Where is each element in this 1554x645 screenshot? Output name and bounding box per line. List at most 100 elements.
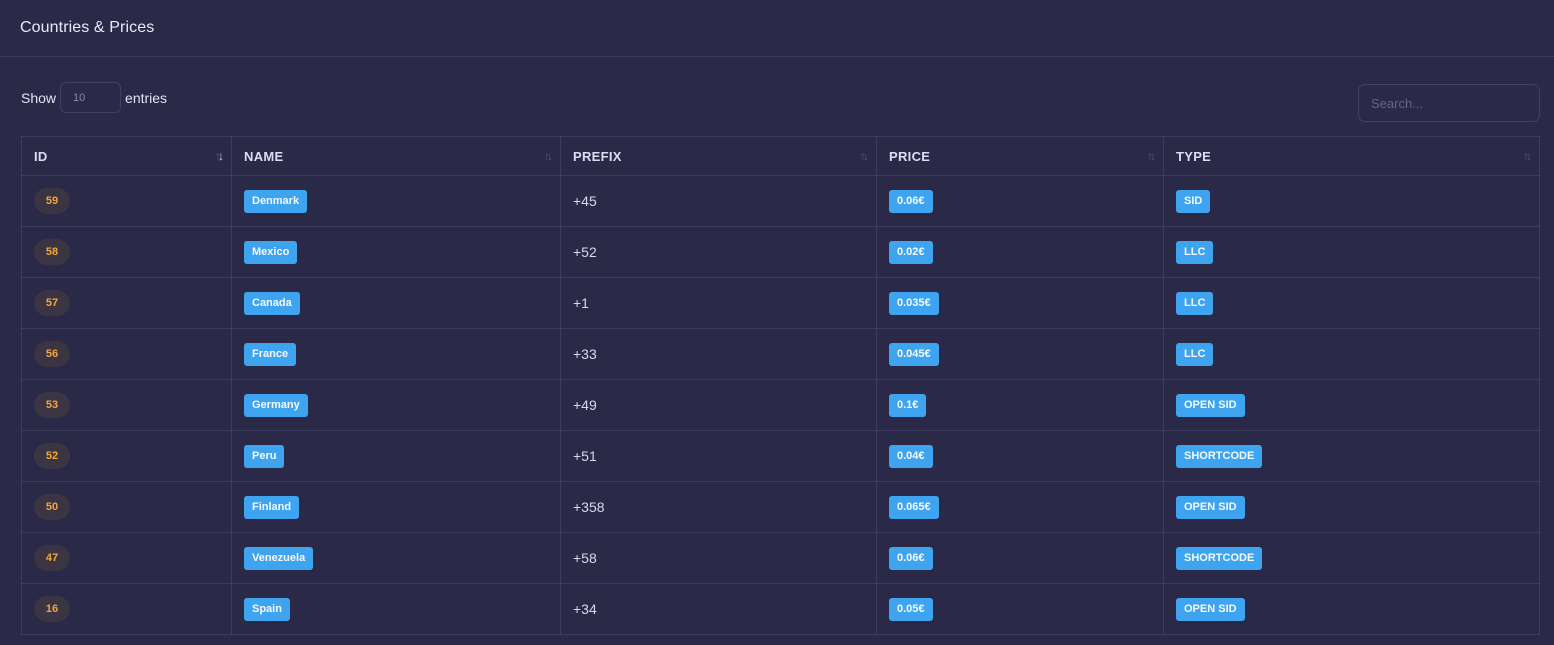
- cell-type: OPEN SID: [1163, 481, 1540, 533]
- type-badge: LLC: [1176, 240, 1214, 264]
- column-header-name[interactable]: NAME ↑↓: [231, 136, 561, 176]
- entries-label: entries: [125, 89, 168, 106]
- cell-id: 52: [21, 430, 232, 482]
- id-badge: 16: [34, 596, 70, 622]
- table-row: 52 Peru +51 0.04€ SHORTCODE: [21, 430, 1540, 482]
- cell-type: SHORTCODE: [1163, 430, 1540, 482]
- table-toolbar: Show 10 entries: [0, 57, 1554, 135]
- table-row: 56 France +33 0.045€ LLC: [21, 328, 1540, 380]
- cell-type: LLC: [1163, 226, 1540, 278]
- type-badge: SHORTCODE: [1176, 444, 1263, 468]
- page-title: Countries & Prices: [20, 19, 155, 36]
- cell-prefix: +358: [560, 481, 877, 533]
- country-name-badge: Canada: [244, 291, 300, 315]
- price-badge: 0.1€: [889, 393, 927, 417]
- table-row: 53 Germany +49 0.1€ OPEN SID: [21, 379, 1540, 431]
- id-badge: 57: [34, 290, 70, 316]
- entries-per-page-select[interactable]: 10: [60, 82, 122, 113]
- type-badge: OPEN SID: [1176, 495, 1245, 519]
- type-badge: LLC: [1176, 291, 1214, 315]
- cell-id: 47: [21, 532, 232, 584]
- cell-prefix: +45: [560, 175, 877, 227]
- country-name-badge: Germany: [244, 393, 308, 417]
- price-badge: 0.035€: [889, 291, 939, 315]
- id-badge: 50: [34, 494, 70, 520]
- price-badge: 0.06€: [889, 546, 933, 570]
- cell-type: OPEN SID: [1163, 583, 1540, 635]
- card-header: Countries & Prices: [0, 0, 1554, 57]
- cell-id: 59: [21, 175, 232, 227]
- table-row: 58 Mexico +52 0.02€ LLC: [21, 226, 1540, 278]
- country-name-badge: Venezuela: [244, 546, 314, 570]
- type-badge: SID: [1176, 189, 1211, 213]
- cell-prefix: +1: [560, 277, 877, 329]
- cell-price: 0.05€: [876, 583, 1164, 635]
- cell-price: 0.1€: [876, 379, 1164, 431]
- cell-price: 0.065€: [876, 481, 1164, 533]
- cell-name: Denmark: [231, 175, 561, 227]
- sort-icon[interactable]: ↑↓: [1147, 149, 1156, 163]
- cell-price: 0.035€: [876, 277, 1164, 329]
- cell-prefix: +52: [560, 226, 877, 278]
- cell-name: Mexico: [231, 226, 561, 278]
- type-badge: LLC: [1176, 342, 1214, 366]
- search-input[interactable]: [1358, 84, 1540, 122]
- cell-type: LLC: [1163, 328, 1540, 380]
- price-badge: 0.05€: [889, 597, 933, 621]
- cell-type: OPEN SID: [1163, 379, 1540, 431]
- price-badge: 0.06€: [889, 189, 933, 213]
- cell-price: 0.06€: [876, 175, 1164, 227]
- cell-prefix: +33: [560, 328, 877, 380]
- cell-name: Peru: [231, 430, 561, 482]
- column-header-id[interactable]: ID ↑↓: [21, 136, 232, 176]
- price-badge: 0.04€: [889, 444, 933, 468]
- column-header-price[interactable]: PRICE ↑↓: [876, 136, 1164, 176]
- column-header-prefix[interactable]: PREFIX ↑↓: [560, 136, 877, 176]
- cell-name: Canada: [231, 277, 561, 329]
- id-badge: 56: [34, 341, 70, 367]
- cell-id: 57: [21, 277, 232, 329]
- cell-type: SID: [1163, 175, 1540, 227]
- type-badge: OPEN SID: [1176, 393, 1245, 417]
- countries-table: ID ↑↓ NAME ↑↓ PREFIX ↑↓ PRICE ↑↓ TYPE ↑↓…: [21, 136, 1540, 635]
- sort-icon[interactable]: ↑↓: [544, 149, 553, 163]
- sort-icon[interactable]: ↑↓: [1523, 149, 1532, 163]
- table-row: 47 Venezuela +58 0.06€ SHORTCODE: [21, 532, 1540, 584]
- cell-name: Germany: [231, 379, 561, 431]
- table-row: 50 Finland +358 0.065€ OPEN SID: [21, 481, 1540, 533]
- type-badge: SHORTCODE: [1176, 546, 1263, 570]
- table-header-row: ID ↑↓ NAME ↑↓ PREFIX ↑↓ PRICE ↑↓ TYPE ↑↓: [21, 136, 1540, 176]
- cell-price: 0.02€: [876, 226, 1164, 278]
- column-header-type[interactable]: TYPE ↑↓: [1163, 136, 1540, 176]
- id-badge: 59: [34, 188, 70, 214]
- country-name-badge: France: [244, 342, 297, 366]
- price-badge: 0.045€: [889, 342, 939, 366]
- cell-prefix: +49: [560, 379, 877, 431]
- show-label: Show: [21, 89, 57, 106]
- cell-id: 53: [21, 379, 232, 431]
- price-badge: 0.02€: [889, 240, 933, 264]
- id-badge: 53: [34, 392, 70, 418]
- sort-descending-icon[interactable]: ↑↓: [215, 149, 224, 163]
- cell-type: LLC: [1163, 277, 1540, 329]
- length-control: Show 10 entries: [21, 82, 167, 113]
- table-row: 16 Spain +34 0.05€ OPEN SID: [21, 583, 1540, 635]
- cell-id: 58: [21, 226, 232, 278]
- sort-icon[interactable]: ↑↓: [860, 149, 869, 163]
- country-name-badge: Finland: [244, 495, 300, 519]
- country-name-badge: Mexico: [244, 240, 298, 264]
- cell-price: 0.06€: [876, 532, 1164, 584]
- cell-id: 50: [21, 481, 232, 533]
- cell-name: Venezuela: [231, 532, 561, 584]
- id-badge: 52: [34, 443, 70, 469]
- table-row: 59 Denmark +45 0.06€ SID: [21, 175, 1540, 227]
- price-badge: 0.065€: [889, 495, 939, 519]
- cell-prefix: +34: [560, 583, 877, 635]
- cell-prefix: +51: [560, 430, 877, 482]
- cell-name: Finland: [231, 481, 561, 533]
- cell-id: 16: [21, 583, 232, 635]
- id-badge: 47: [34, 545, 70, 571]
- cell-price: 0.04€: [876, 430, 1164, 482]
- country-name-badge: Peru: [244, 444, 285, 468]
- cell-name: Spain: [231, 583, 561, 635]
